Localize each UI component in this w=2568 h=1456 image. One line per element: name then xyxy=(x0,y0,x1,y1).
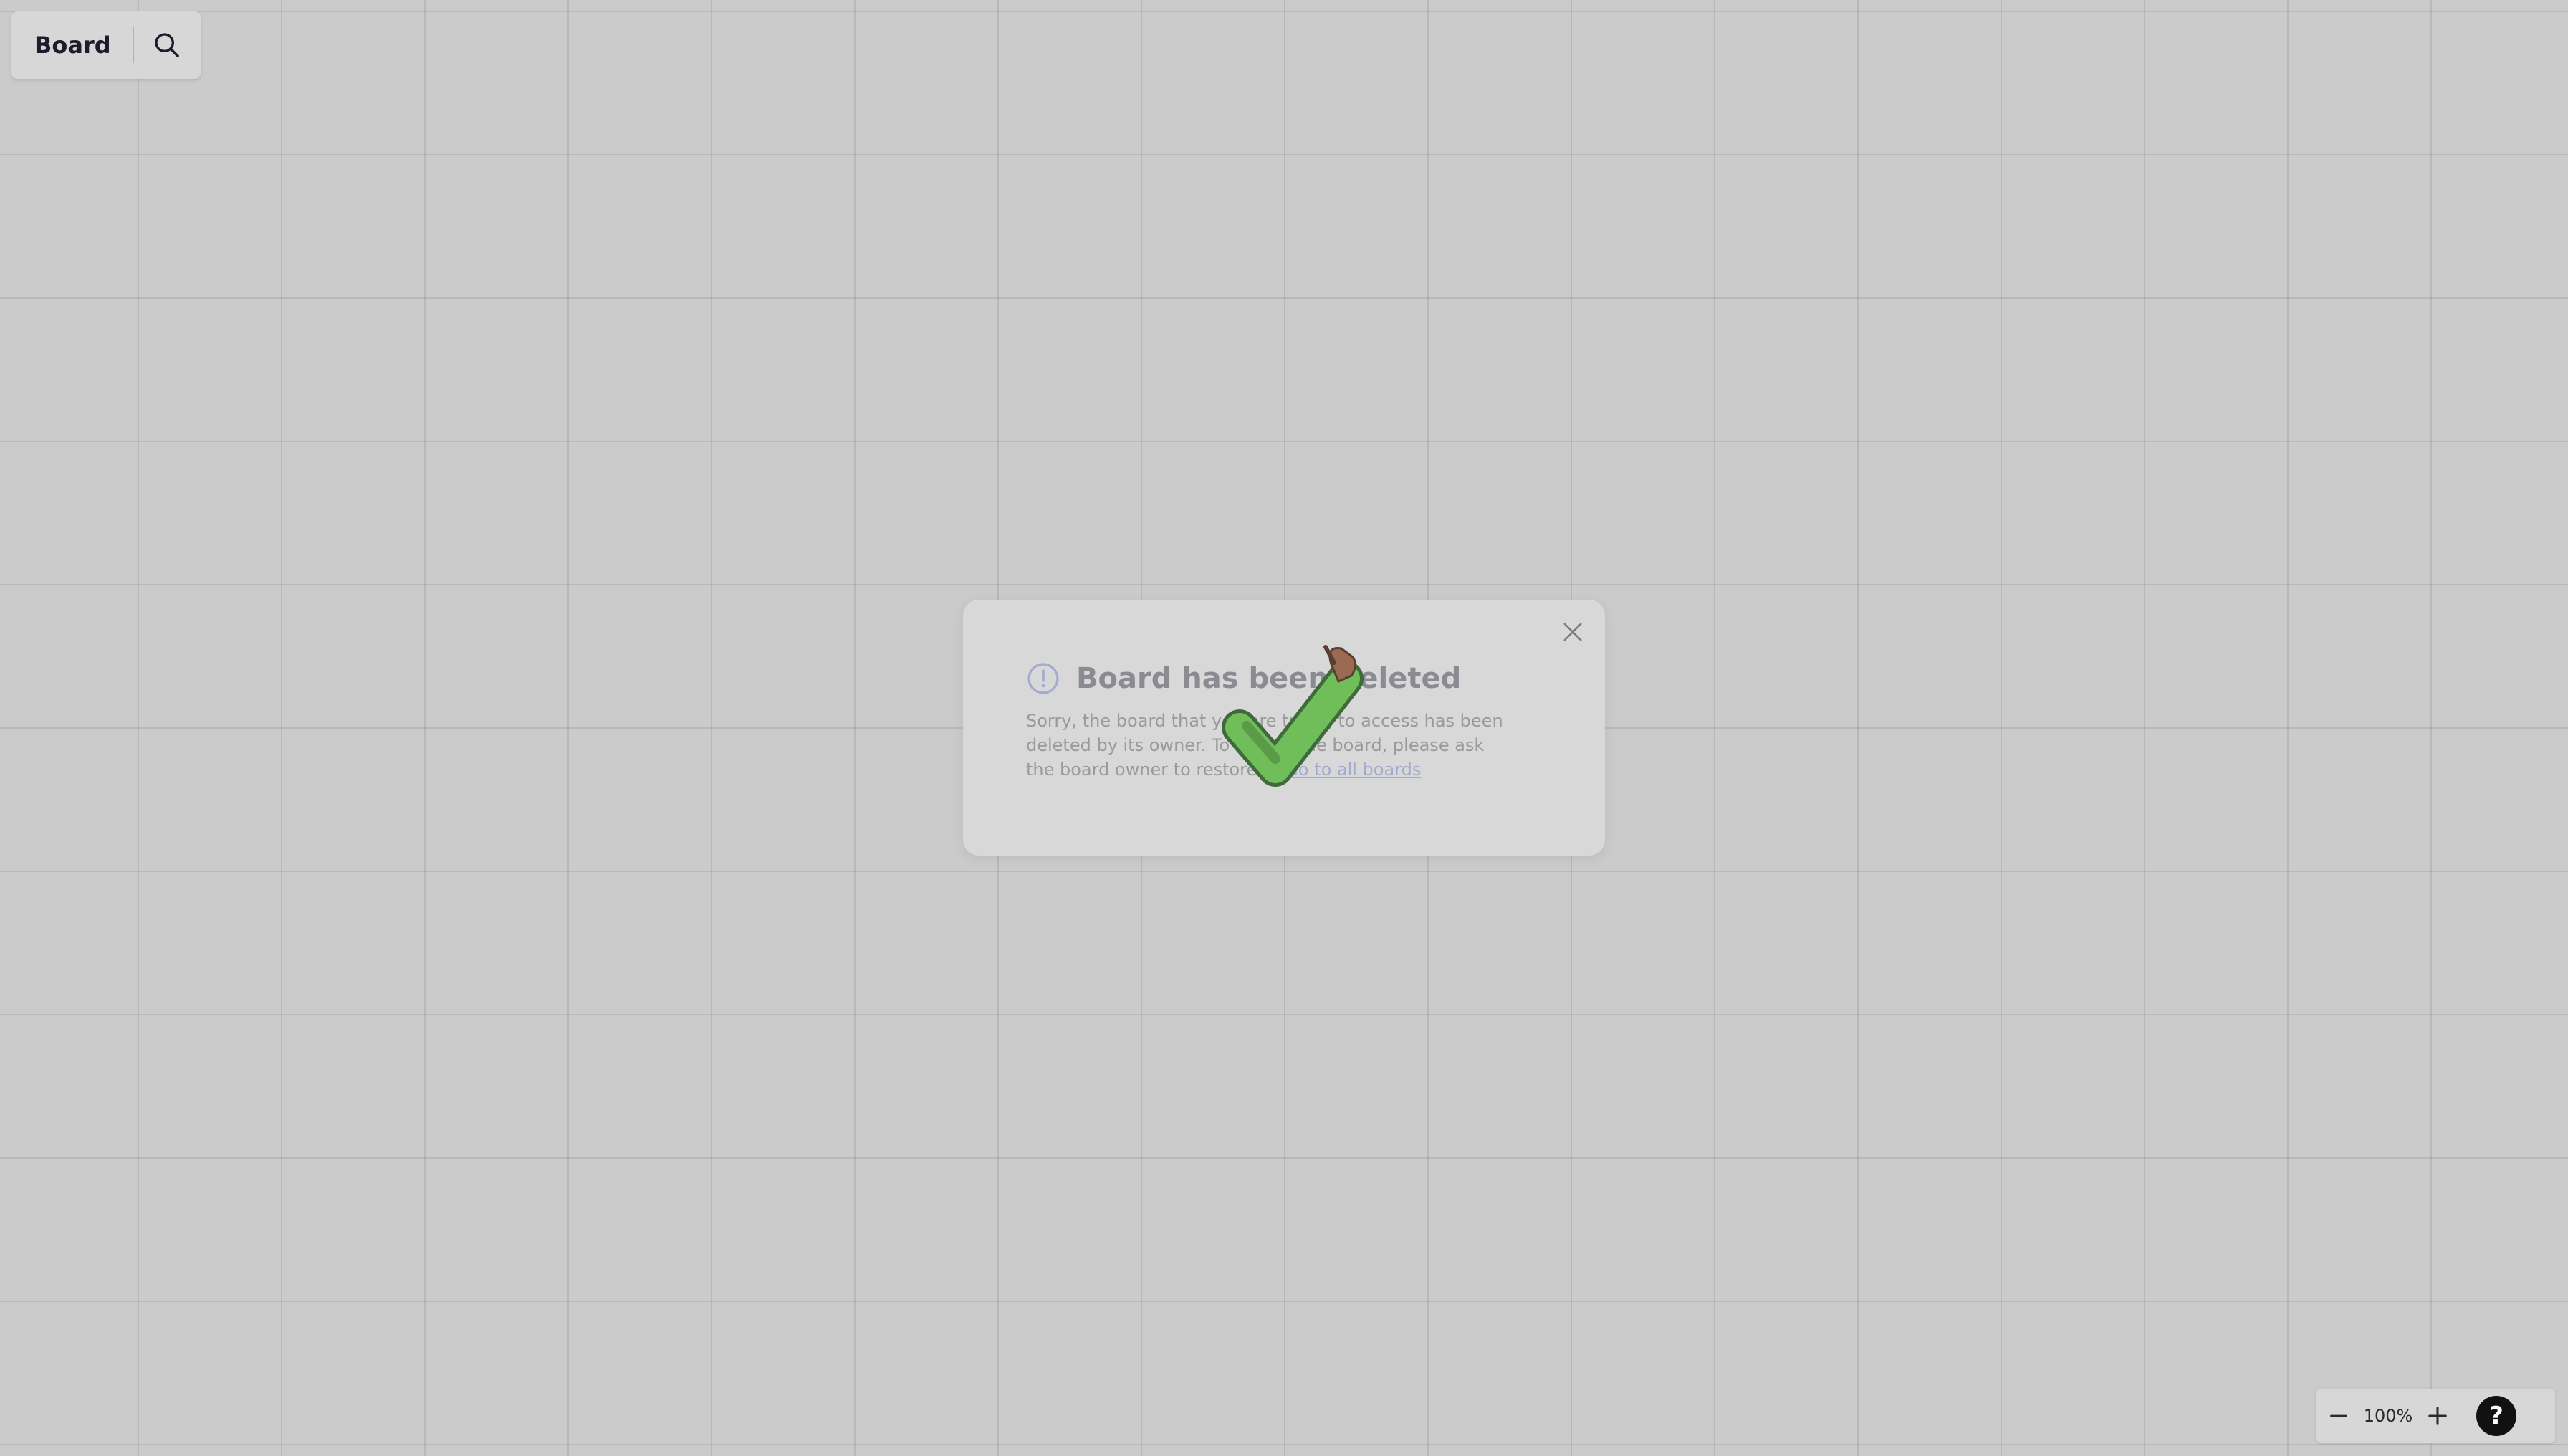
zoom-level[interactable]: 100% xyxy=(2362,1406,2415,1426)
help-button[interactable]: ? xyxy=(2476,1396,2516,1436)
board-deleted-dialog: Board has been deleted Sorry, the board … xyxy=(963,600,1605,856)
go-to-all-boards-link[interactable]: Go to all boards xyxy=(1285,760,1421,780)
dialog-message: Sorry, the board that you are trying to … xyxy=(1026,709,1513,782)
close-icon xyxy=(1563,623,1582,641)
minus-icon xyxy=(2330,1414,2347,1417)
board-toolbar: Board xyxy=(11,11,201,79)
zoom-controls: 100% ? xyxy=(2316,1389,2555,1443)
dialog-header: Board has been deleted xyxy=(1026,661,1461,696)
board-name[interactable]: Board xyxy=(11,32,133,59)
zoom-in-button[interactable] xyxy=(2415,1389,2461,1443)
dialog-message-text: Sorry, the board that you are trying to … xyxy=(1026,711,1503,780)
dialog-title: Board has been deleted xyxy=(1076,662,1462,695)
search-icon xyxy=(155,33,180,57)
search-button[interactable] xyxy=(134,11,201,79)
plus-icon xyxy=(2428,1407,2447,1425)
exclamation-circle-icon xyxy=(1027,663,1059,694)
close-button[interactable] xyxy=(1556,616,1589,648)
zoom-out-button[interactable] xyxy=(2316,1389,2362,1443)
